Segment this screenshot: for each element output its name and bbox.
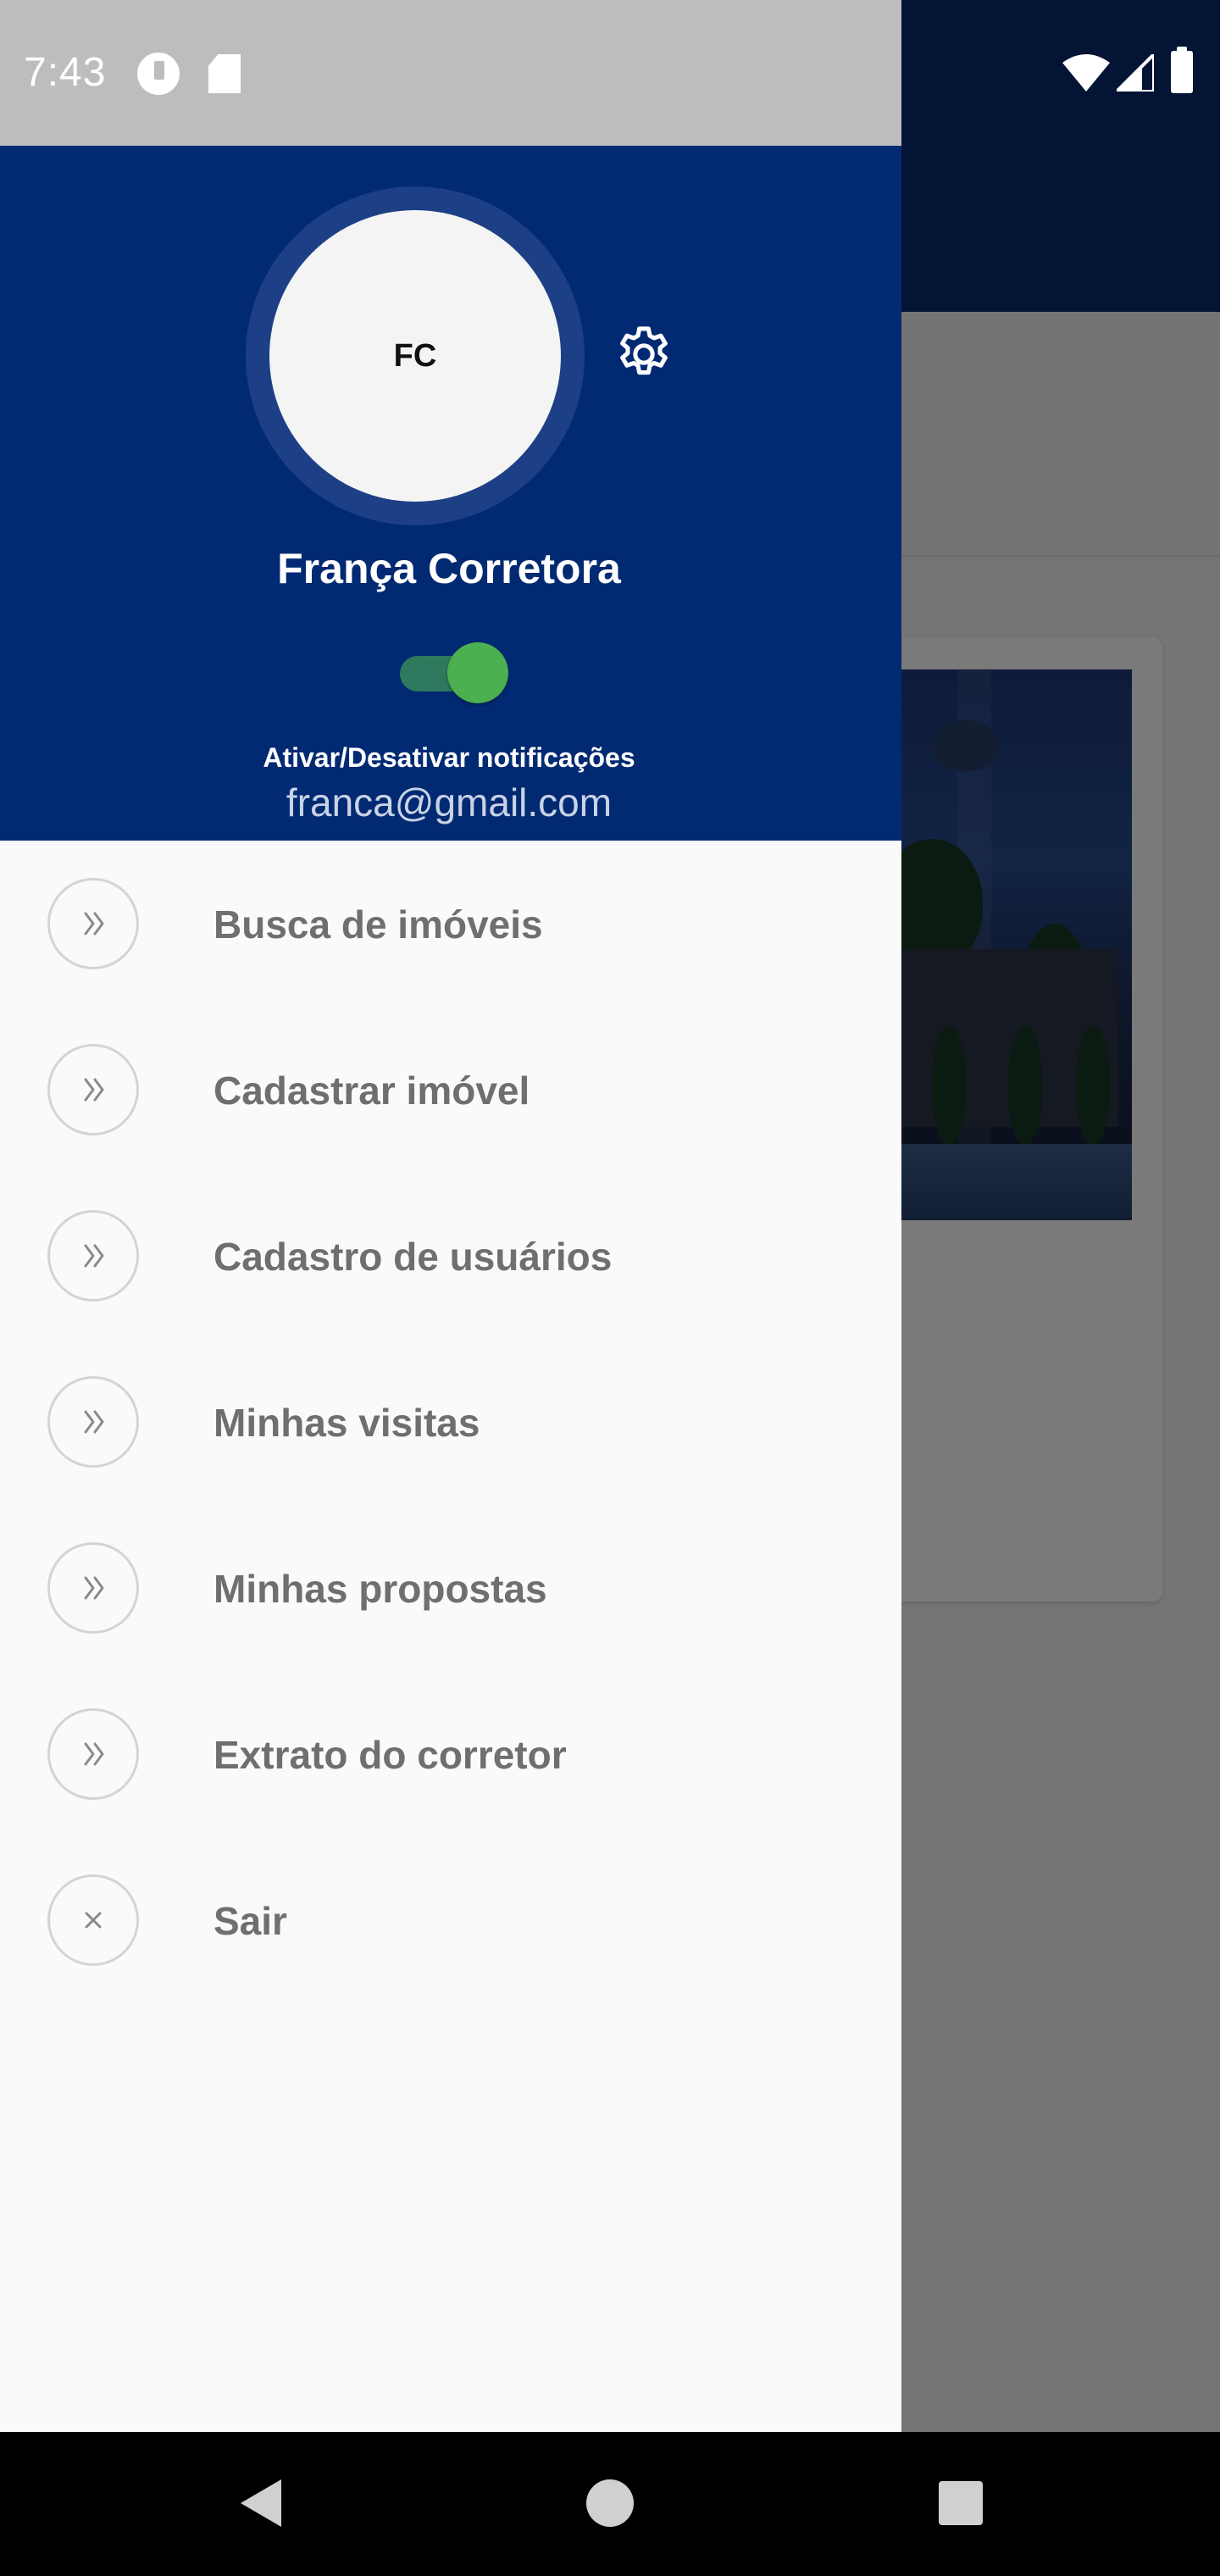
menu-item-label: Minhas propostas	[214, 1567, 547, 1611]
double-chevron-right-icon	[47, 1376, 139, 1468]
double-chevron-right-icon	[47, 1708, 139, 1800]
menu-item-busca-de-imoveis[interactable]: Busca de imóveis	[0, 841, 901, 1007]
double-chevron-right-icon	[47, 1210, 139, 1302]
menu-item-label: Cadastro de usuários	[214, 1235, 613, 1279]
menu-item-minhas-propostas[interactable]: Minhas propostas	[0, 1505, 901, 1671]
recents-icon[interactable]	[939, 2481, 983, 2525]
app-notification-icon	[137, 53, 180, 95]
app-screen: 7:43 FC França Corretora Ativar/Desativa…	[0, 0, 1220, 2576]
menu-item-cadastrar-imovel[interactable]: Cadastrar imóvel	[0, 1007, 901, 1173]
back-icon[interactable]	[230, 2471, 295, 2535]
navigation-drawer: FC França Corretora Ativar/Desativar not…	[0, 146, 901, 2432]
menu-item-extrato-do-corretor[interactable]: Extrato do corretor	[0, 1671, 901, 1837]
signal-icon	[1117, 54, 1154, 92]
wifi-icon	[1062, 54, 1110, 92]
user-email: franca@gmail.com	[286, 780, 613, 824]
battery-icon	[1171, 47, 1193, 93]
menu-item-cadastro-de-usuarios[interactable]: Cadastro de usuários	[0, 1173, 901, 1339]
status-time: 7:43	[24, 50, 107, 95]
menu-item-label: Cadastrar imóvel	[214, 1069, 530, 1113]
gear-icon[interactable]	[612, 322, 676, 386]
double-chevron-right-icon	[47, 1542, 139, 1634]
avatar[interactable]: FC	[269, 210, 561, 502]
notifications-toggle-label: Ativar/Desativar notificações	[263, 742, 635, 773]
notifications-toggle[interactable]	[400, 641, 508, 705]
close-icon	[47, 1874, 139, 1966]
drawer-header: FC França Corretora Ativar/Desativar not…	[0, 146, 901, 841]
toggle-thumb	[447, 642, 508, 703]
menu-item-label: Extrato do corretor	[214, 1733, 567, 1777]
menu-item-minhas-visitas[interactable]: Minhas visitas	[0, 1339, 901, 1505]
menu-item-label: Minhas visitas	[214, 1401, 480, 1445]
double-chevron-right-icon	[47, 878, 139, 969]
status-bar: 7:43	[0, 0, 1220, 146]
avatar-ring: FC	[246, 186, 585, 525]
menu-item-label: Busca de imóveis	[214, 902, 543, 947]
menu-item-sair[interactable]: Sair	[0, 1837, 901, 2003]
double-chevron-right-icon	[47, 1044, 139, 1135]
menu-item-label: Sair	[214, 1899, 287, 1943]
system-nav-bar	[0, 2432, 1220, 2576]
user-name: França Corretora	[277, 545, 621, 592]
home-icon[interactable]	[586, 2479, 634, 2527]
